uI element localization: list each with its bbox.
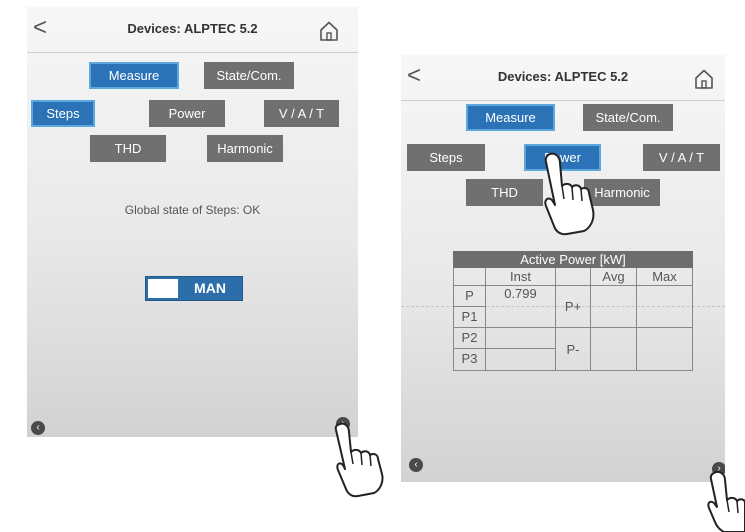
subtab-vat[interactable]: V / A / T (643, 144, 720, 171)
tab-state-com[interactable]: State/Com. (204, 62, 294, 89)
pointing-hand-icon (707, 470, 745, 532)
page-title: Devices: ALPTEC 5.2 (127, 21, 258, 36)
screen-power: < Devices: ALPTEC 5.2 Measure State/Com.… (401, 55, 725, 482)
pointing-hand-icon (334, 422, 384, 498)
row-label-p: P (453, 286, 486, 307)
value-p1-inst (486, 307, 556, 328)
page-title: Devices: ALPTEC 5.2 (497, 69, 629, 84)
value-p-plus-avg (591, 286, 637, 328)
table-title: Active Power [kW] (453, 251, 693, 268)
screen-steps: < Devices: ALPTEC 5.2 Measure State/Com.… (27, 7, 358, 437)
home-icon[interactable] (317, 19, 341, 43)
header: < Devices: ALPTEC 5.2 (401, 55, 725, 100)
value-p2-inst (486, 328, 556, 349)
home-icon[interactable] (692, 67, 716, 91)
prev-page-button[interactable]: ‹ (31, 421, 45, 435)
table-header-empty (556, 268, 591, 286)
column-avg: Avg (591, 268, 637, 286)
subtab-harmonic[interactable]: Harmonic (207, 135, 283, 162)
pointing-hand-icon (544, 152, 595, 236)
table-header-empty (453, 268, 486, 286)
header-divider (401, 100, 725, 101)
subtab-thd[interactable]: THD (90, 135, 166, 162)
subtab-power[interactable]: Power (149, 100, 225, 127)
value-p-minus-avg (591, 328, 637, 371)
tab-measure[interactable]: Measure (466, 104, 555, 131)
header: < Devices: ALPTEC 5.2 (27, 7, 358, 52)
prev-page-button[interactable]: ‹ (409, 458, 423, 472)
subtab-steps[interactable]: Steps (31, 100, 95, 127)
subtab-vat[interactable]: V / A / T (264, 100, 339, 127)
value-p-inst: 0.799 (486, 286, 556, 307)
active-power-table: Active Power [kW] Inst Avg Max P P1 P2 P… (453, 251, 693, 371)
value-p-minus-max (637, 328, 693, 371)
row-label-p2: P2 (453, 328, 486, 349)
tab-measure[interactable]: Measure (89, 62, 179, 89)
tab-state-com[interactable]: State/Com. (583, 104, 673, 131)
header-divider (27, 52, 358, 53)
column-inst: Inst (486, 268, 556, 286)
label-p-minus: P- (556, 328, 591, 371)
subtab-thd[interactable]: THD (466, 179, 543, 206)
value-p3-inst (486, 349, 556, 371)
label-p-plus: P+ (556, 286, 591, 328)
toggle-label: MAN (194, 280, 226, 296)
row-label-p3: P3 (453, 349, 486, 371)
column-max: Max (637, 268, 693, 286)
mode-toggle[interactable]: MAN (145, 276, 243, 301)
row-label-p1: P1 (453, 307, 486, 328)
subtab-steps[interactable]: Steps (407, 144, 485, 171)
value-p-plus-max (637, 286, 693, 328)
status-text: Global state of Steps: OK (124, 203, 261, 217)
toggle-knob (148, 279, 178, 298)
